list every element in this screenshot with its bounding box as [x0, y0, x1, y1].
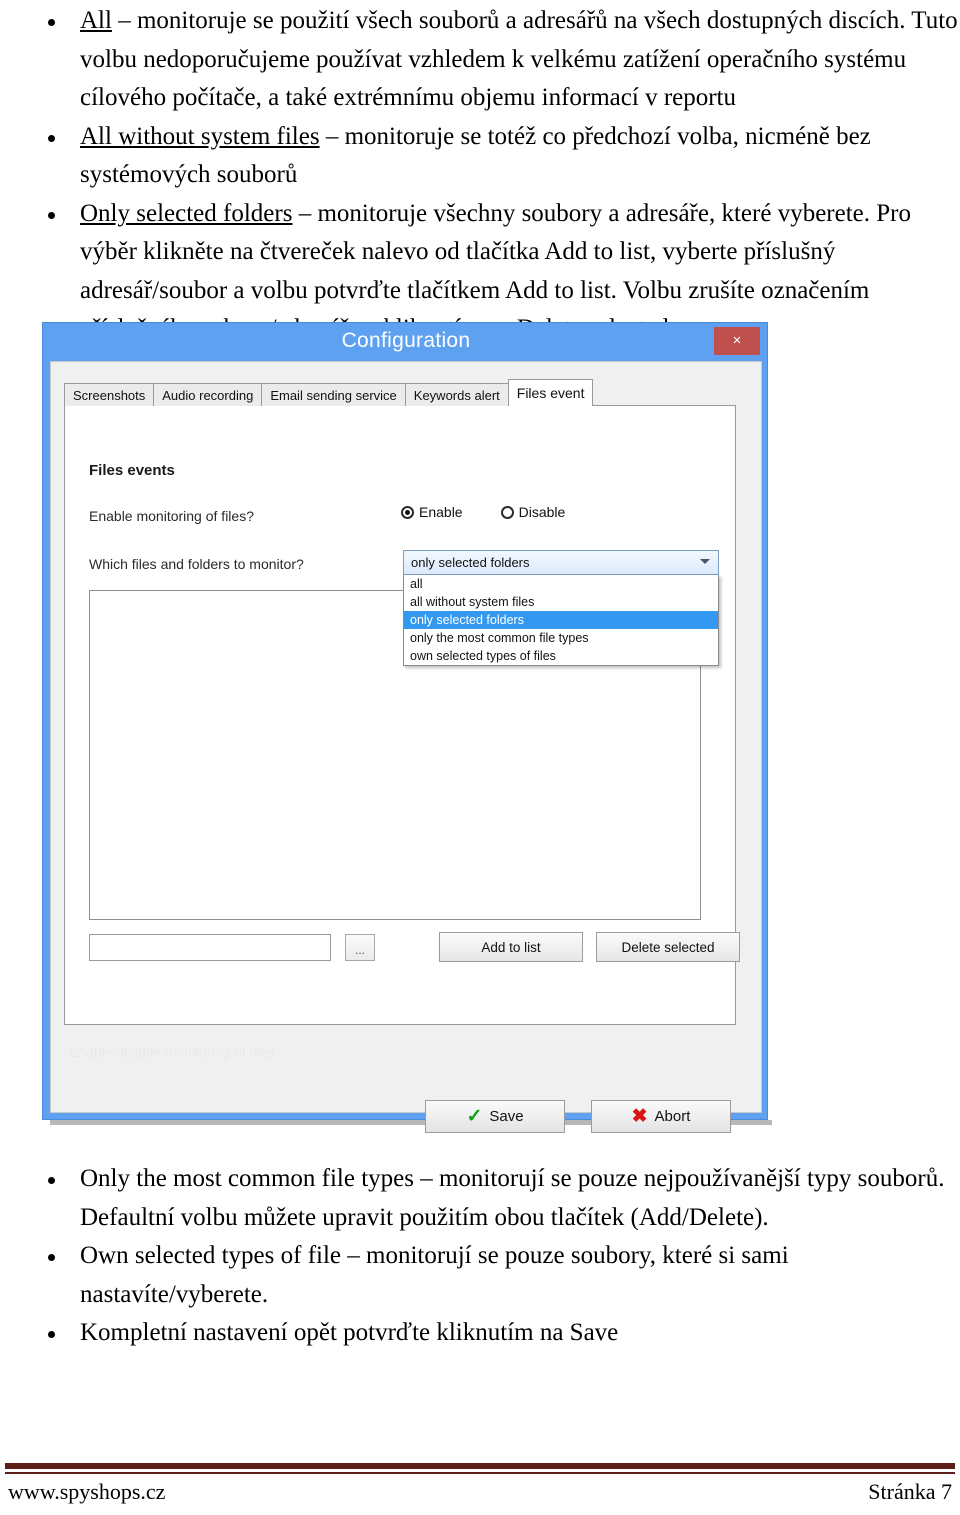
path-input[interactable]: [89, 934, 331, 961]
chevron-down-icon: [700, 559, 710, 564]
delete-selected-button[interactable]: Delete selected: [596, 932, 740, 962]
radio-dot-icon: [500, 505, 514, 519]
window-client-area: Screenshots Audio recording Email sendin…: [50, 361, 762, 1133]
document-top-text: All – monitoruje se použití všech soubor…: [0, 0, 960, 349]
abort-button-label: Abort: [654, 1108, 691, 1125]
radio-enable[interactable]: Enable: [401, 504, 463, 520]
radio-disable[interactable]: Disable: [500, 504, 566, 520]
tab-keywords-alert[interactable]: Keywords alert: [404, 383, 509, 406]
close-icon[interactable]: ×: [714, 327, 760, 355]
tab-audio-recording[interactable]: Audio recording: [153, 383, 263, 406]
x-mark-icon: ✖: [631, 1106, 648, 1127]
document-bottom-text: Only the most common file types – monito…: [0, 1160, 960, 1353]
dropdown-option-only-selected-folders[interactable]: only selected folders: [404, 611, 718, 629]
list-item: All – monitoruje se použití všech soubor…: [0, 2, 960, 118]
term-all: All: [80, 7, 112, 34]
term-own-selected-types-of-file: Own selected types of file: [80, 1242, 342, 1269]
save-button-label: Save: [489, 1108, 524, 1125]
list-item: Only the most common file types – monito…: [0, 1160, 960, 1237]
footer-rule-thick: [5, 1463, 955, 1469]
radio-group-enable-monitoring: Enable Disable: [401, 504, 565, 520]
monitor-scope-combobox[interactable]: only selected folders: [403, 550, 719, 575]
window-titlebar: Configuration ×: [43, 323, 769, 361]
bullet-list-top: All – monitoruje se použití všech soubor…: [0, 2, 960, 349]
configuration-dialog-screenshot: Configuration × Screenshots Audio record…: [42, 322, 772, 1133]
add-to-list-button[interactable]: Add to list: [439, 932, 583, 962]
list-item: Kompletní nastavení opět potvrďte kliknu…: [0, 1314, 960, 1353]
list-item: All without system files – monitoruje se…: [0, 118, 960, 195]
group-title-files-events: Files events: [89, 462, 175, 479]
monitor-scope-dropdown-list[interactable]: all all without system files only select…: [403, 575, 719, 666]
tab-strip: Screenshots Audio recording Email sendin…: [64, 379, 594, 406]
term-only-most-common-file-types: Only the most common file types: [80, 1165, 414, 1192]
configuration-window: Configuration × Screenshots Audio record…: [42, 322, 769, 1133]
list-item: Own selected types of file – monitorují …: [0, 1237, 960, 1314]
footer-page-number: Stránka 7: [868, 1479, 952, 1504]
dropdown-option-only-most-common-file-types[interactable]: only the most common file types: [404, 629, 718, 647]
term-all-without-system-files: All without system files: [80, 122, 320, 150]
term-only-selected-folders: Only selected folders: [80, 199, 293, 227]
tab-email-sending-service[interactable]: Email sending service: [261, 383, 406, 406]
abort-button[interactable]: ✖ Abort: [591, 1100, 731, 1133]
window-title: Configuration: [341, 329, 471, 352]
bullet-list-bottom: Only the most common file types – monito…: [0, 1160, 960, 1353]
tab-files-event[interactable]: Files event: [507, 379, 594, 406]
radio-enable-label: Enable: [419, 504, 463, 520]
desc-confirm-save: Kompletní nastavení opět potvrďte kliknu…: [80, 1319, 619, 1346]
browse-button[interactable]: ...: [345, 934, 375, 961]
dropdown-option-all-without-system-files[interactable]: all without system files: [404, 593, 718, 611]
tab-screenshots[interactable]: Screenshots: [64, 383, 155, 406]
faded-hint-text: Enable/disable monitoring of files: [69, 1044, 275, 1060]
desc-all: – monitoruje se použití všech souborů a …: [80, 7, 958, 111]
footer-site-url: www.spyshops.cz: [8, 1479, 166, 1504]
radio-disable-label: Disable: [518, 504, 566, 520]
dropdown-option-own-selected-types-of-files[interactable]: own selected types of files: [404, 647, 718, 665]
label-which-files-folders: Which files and folders to monitor?: [89, 556, 304, 572]
radio-dot-icon: [401, 505, 414, 519]
combobox-value: only selected folders: [411, 555, 530, 570]
check-icon: ✓: [466, 1106, 483, 1127]
save-button[interactable]: ✓ Save: [425, 1100, 565, 1133]
dropdown-option-all[interactable]: all: [404, 575, 718, 593]
label-enable-monitoring: Enable monitoring of files?: [89, 508, 254, 524]
footer-rule-thin: [5, 1472, 955, 1474]
